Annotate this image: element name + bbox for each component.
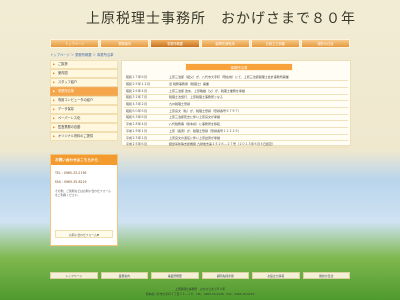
table-row: 昭和６０年５月 上原良文（私）が、税理士登録（登録番号６７９７） xyxy=(124,107,348,115)
history-date: 昭和３２年７月 xyxy=(124,94,169,102)
footer-nav-office[interactable]: 事業所概要 xyxy=(151,272,199,279)
history-date: 昭和６３年６月 xyxy=(124,114,169,122)
history-date: 昭和４３年２月 xyxy=(124,100,169,108)
history-date: 昭和２６年４月 xyxy=(124,87,169,95)
history-text: 上原（長男）が、税理士登録（登録番号１１２２５） xyxy=(169,127,348,135)
main-nav: トップページ 業務案内 事業所概要 顧問先様専用 お役立ち情報 税的の日誌 xyxy=(50,39,351,48)
history-date: 平成２５年６月 xyxy=(124,140,169,149)
history-text: 上原三治郎死去に伴い上原良文が承継 xyxy=(169,114,348,122)
footer-nav-clients[interactable]: 顧問先様専用 xyxy=(201,272,249,279)
contact-header: お問い合わせはこちらから xyxy=(51,155,117,165)
sidebar-item-greeting[interactable]: ご挨拶 xyxy=(50,60,118,69)
nav-business[interactable]: 業務案内 xyxy=(100,39,150,48)
sidebar-item-computer[interactable]: 専用コンピュータの紹介 xyxy=(50,96,118,105)
sidebar-item-staff[interactable]: スタッフ紹介 xyxy=(50,78,118,87)
nav-office[interactable]: 事業所概要 xyxy=(150,39,200,48)
table-row: 昭和２６年４月 上原三治郎 改め、上原敏雄（父）が、税理士業務を承継 xyxy=(124,87,348,95)
history-date: 昭和６０年５月 xyxy=(124,107,169,115)
nav-top[interactable]: トップページ xyxy=(50,39,100,48)
history-date: 平成１９年１月 xyxy=(124,127,169,135)
sidebar-item-map[interactable]: 案内図 xyxy=(50,69,118,78)
contact-tel: TEL : 0965-33-2136 xyxy=(55,171,87,175)
nav-diary[interactable]: 税的の日誌 xyxy=(300,39,351,48)
history-text: 税理士法施行、上原税理士事務所となる xyxy=(169,94,348,102)
history-date: 昭和１７年６月 xyxy=(124,74,169,82)
footer-office-name: 上原税理士事務所 おかげさまで８０年 xyxy=(174,287,226,291)
table-row: 昭和３２年７月 税理士法施行、上原税理士事務所となる xyxy=(124,94,348,102)
contact-box: お問い合わせはこちらから TEL : 0965-33-2136 FAX : 09… xyxy=(50,154,118,246)
table-row: 昭和６３年６月 上原三治郎死去に伴い上原良文が承継 xyxy=(124,114,348,122)
history-text: 上原三治郎（祖父）が、八代市大手町（現在地）にて、上原三治郎税理士会計事務所開業 xyxy=(169,74,348,82)
footer-nav-top[interactable]: トップページ xyxy=(50,272,98,279)
nav-clients[interactable]: 顧問先様専用 xyxy=(200,39,250,48)
contact-form-button[interactable]: お問い合わせフォーム▼ xyxy=(55,230,113,238)
footer-address: 熊本県八代市大手町１丁目３２－１６ TEL：0965-33-2136 FAX：0… xyxy=(145,292,255,296)
table-row: 平成２５年６月 経営革新等支援機関 九財後支第１５２６－２７号（２０１３年６月４日… xyxy=(124,140,348,149)
footer-nav-business[interactable]: 業務案内 xyxy=(100,272,148,279)
footer-nav: トップページ 業務案内 事業所概要 顧問先様専用 お役立ち情報 税的の日誌 xyxy=(50,272,350,279)
history-date: 昭和２５年１１月 xyxy=(124,80,169,88)
page-title: 上原税理士事務所 おかげさまで８０年 xyxy=(86,11,356,27)
main-content: 事務所沿革 昭和１７年６月 上原三治郎（祖父）が、八代市大手町（現在地）にて、上原… xyxy=(121,60,351,149)
table-row: 昭和１７年６月 上原三治郎（祖父）が、八代市大手町（現在地）にて、上原三治郎税理士… xyxy=(124,74,348,82)
sidebar-item-paperless[interactable]: ペーパーレス化 xyxy=(50,114,118,123)
table-row: 平成１８年４月 八代税務署（熊本県）に事務所を移転 xyxy=(124,120,348,128)
history-text: 旧 税務事務者（税理士）開業 xyxy=(169,80,348,88)
history-text: 八代税務署（熊本県）に事務所を移転 xyxy=(169,120,348,128)
sidebar-item-data[interactable]: データ保存 xyxy=(50,105,118,114)
history-table: 昭和１７年６月 上原三治郎（祖父）が、八代市大手町（現在地）にて、上原三治郎税理士… xyxy=(124,74,348,149)
sidebar-item-original[interactable]: オリジナル資料のご提供 xyxy=(50,132,118,141)
table-row: 平成１９年１月 上原（長男）が、税理士登録（登録番号１１２２５） xyxy=(124,127,348,135)
history-date: 平成１８年４月 xyxy=(124,120,169,128)
sidebar-item-audit[interactable]: 監査業務の自動 xyxy=(50,123,118,132)
history-text: 上原三治郎 改め、上原敏雄（父）が、税理士業務を承継 xyxy=(169,87,348,95)
table-row: 平成２３年１月 上原良文の退任に伴い上原益男が承継 xyxy=(124,134,348,142)
nav-info[interactable]: お役立ち情報 xyxy=(250,39,300,48)
footer-nav-diary[interactable]: 税的の日誌 xyxy=(302,272,350,279)
section-heading: 事務所沿革 xyxy=(185,63,293,71)
history-date: 平成２３年１月 xyxy=(124,134,169,142)
contact-desc: その他、ご質問などはお問い合わせフォームをご利用ください。 xyxy=(55,189,111,197)
history-text: 上原良文の退任に伴い上原益男が承継 xyxy=(169,134,348,142)
history-text: 九州税理士登録 xyxy=(169,100,348,108)
table-row: 昭和２５年１１月旧 税務事務者（税理士）開業 xyxy=(124,80,348,88)
footer-nav-info[interactable]: お役立ち情報 xyxy=(252,272,300,279)
table-row: 昭和４３年２月 九州税理士登録 xyxy=(124,100,348,108)
sidebar: ご挨拶 案内図 スタッフ紹介 事業所沿革 専用コンピュータの紹介 データ保存 ペ… xyxy=(50,60,118,141)
breadcrumb[interactable]: トップページ ＞ 業務所概要 ＞ 事業所沿革 xyxy=(50,52,113,57)
history-text: 上原良文（私）が、税理士登録（登録番号６７９７） xyxy=(169,107,348,115)
contact-fax: FAX : 0965-35-8219 xyxy=(55,180,87,184)
sidebar-item-history[interactable]: 事業所沿革 xyxy=(50,87,118,96)
history-text: 経営革新等支援機関 九財後支第１５２６－２７号（２０１３年６月４日認定） xyxy=(169,140,348,149)
